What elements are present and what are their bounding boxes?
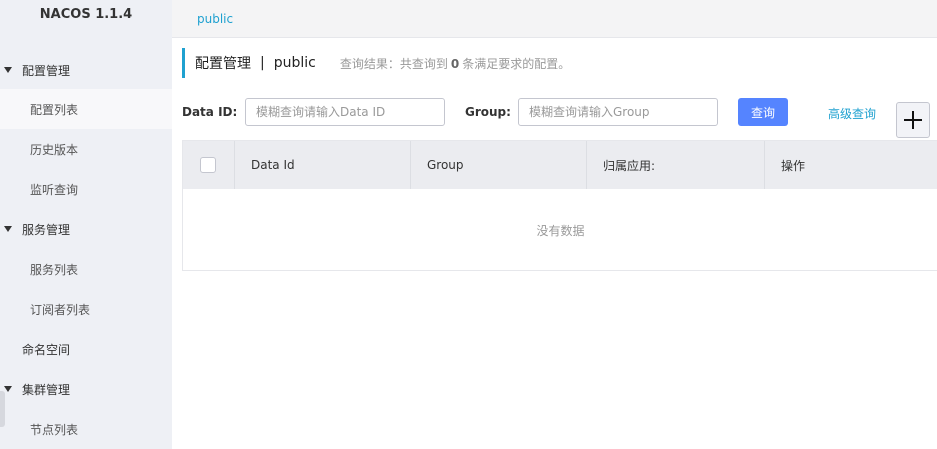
sidebar-group-cluster-management[interactable]: 集群管理 <box>0 369 172 409</box>
caret-down-icon <box>4 226 12 232</box>
query-button[interactable]: 查询 <box>738 98 788 126</box>
advanced-query-link[interactable]: 高级查询 <box>828 105 876 122</box>
table-empty-state: 没有数据 <box>536 223 585 238</box>
sidebar-item-label: 服务列表 <box>30 262 79 277</box>
data-id-label: Data ID: <box>182 105 238 119</box>
table-header: Data Id Group 归属应用: 操作 <box>183 141 937 189</box>
namespace-tab-public[interactable]: public <box>197 12 233 26</box>
sidebar-item-service-list[interactable]: 服务列表 <box>0 249 172 289</box>
sidebar-item-label: 配置列表 <box>30 102 79 117</box>
column-header-group: Group <box>411 141 587 189</box>
sidebar-item-label: 历史版本 <box>30 142 79 157</box>
sidebar-collapse-handle[interactable] <box>0 391 5 427</box>
add-config-button[interactable] <box>896 102 930 138</box>
summary-count: 0 <box>450 56 460 71</box>
column-header-label: 归属应用: <box>603 158 656 173</box>
group-input[interactable] <box>518 98 718 126</box>
sidebar-item-subscriber-list[interactable]: 订阅者列表 <box>0 289 172 329</box>
sidebar-item-label: 服务管理 <box>22 222 71 237</box>
namespace-bar: public <box>172 0 937 38</box>
query-result-summary: 查询结果：共查询到 0 条满足要求的配置。 <box>340 55 570 72</box>
sidebar-item-label: 监听查询 <box>30 182 79 197</box>
page-title-row: 配置管理 | public 查询结果：共查询到 0 条满足要求的配置。 <box>182 48 570 78</box>
sidebar-item-node-list[interactable]: 节点列表 <box>0 409 172 449</box>
title-separator: | <box>260 55 265 71</box>
select-all-checkbox[interactable] <box>200 157 216 173</box>
data-id-input[interactable] <box>245 98 445 126</box>
sidebar-item-label: 配置管理 <box>22 63 71 78</box>
column-header-actions: 操作 <box>765 141 937 189</box>
sidebar: NACOS 1.1.4 配置管理 配置列表 历史版本 监听查询 服务管理 服务列… <box>0 0 172 449</box>
group-label: Group: <box>465 105 511 119</box>
caret-down-icon <box>4 67 12 73</box>
sidebar-item-listener-query[interactable]: 监听查询 <box>0 169 172 209</box>
sidebar-item-history-versions[interactable]: 历史版本 <box>0 129 172 169</box>
sidebar-item-label: 订阅者列表 <box>30 302 91 317</box>
title-namespace: public <box>273 55 316 71</box>
sidebar-group-service-management[interactable]: 服务管理 <box>0 209 172 249</box>
config-table: Data Id Group 归属应用: 操作 没有数据 <box>182 140 937 271</box>
column-header-label: Group <box>427 158 464 172</box>
sidebar-group-config-management[interactable]: 配置管理 <box>0 50 172 90</box>
column-header-app: 归属应用: <box>587 141 765 189</box>
summary-suffix: 条满足要求的配置。 <box>462 56 571 71</box>
column-header-data-id: Data Id <box>235 141 411 189</box>
sidebar-item-namespace[interactable]: 命名空间 <box>0 329 172 369</box>
sidebar-item-label: 节点列表 <box>30 422 79 437</box>
brand-title: NACOS 1.1.4 <box>39 7 133 22</box>
caret-down-icon <box>4 386 12 392</box>
column-header-label: Data Id <box>251 158 295 172</box>
page-title: 配置管理 <box>195 56 251 72</box>
app: NACOS 1.1.4 配置管理 配置列表 历史版本 监听查询 服务管理 服务列… <box>0 0 937 449</box>
summary-prefix: 查询结果：共查询到 <box>339 56 448 71</box>
sidebar-item-label: 命名空间 <box>22 342 71 357</box>
plus-icon <box>904 111 922 129</box>
select-all-cell <box>183 141 235 189</box>
sidebar-item-label: 集群管理 <box>22 382 71 397</box>
column-header-label: 操作 <box>781 158 806 173</box>
sidebar-item-config-list[interactable]: 配置列表 <box>0 89 172 129</box>
